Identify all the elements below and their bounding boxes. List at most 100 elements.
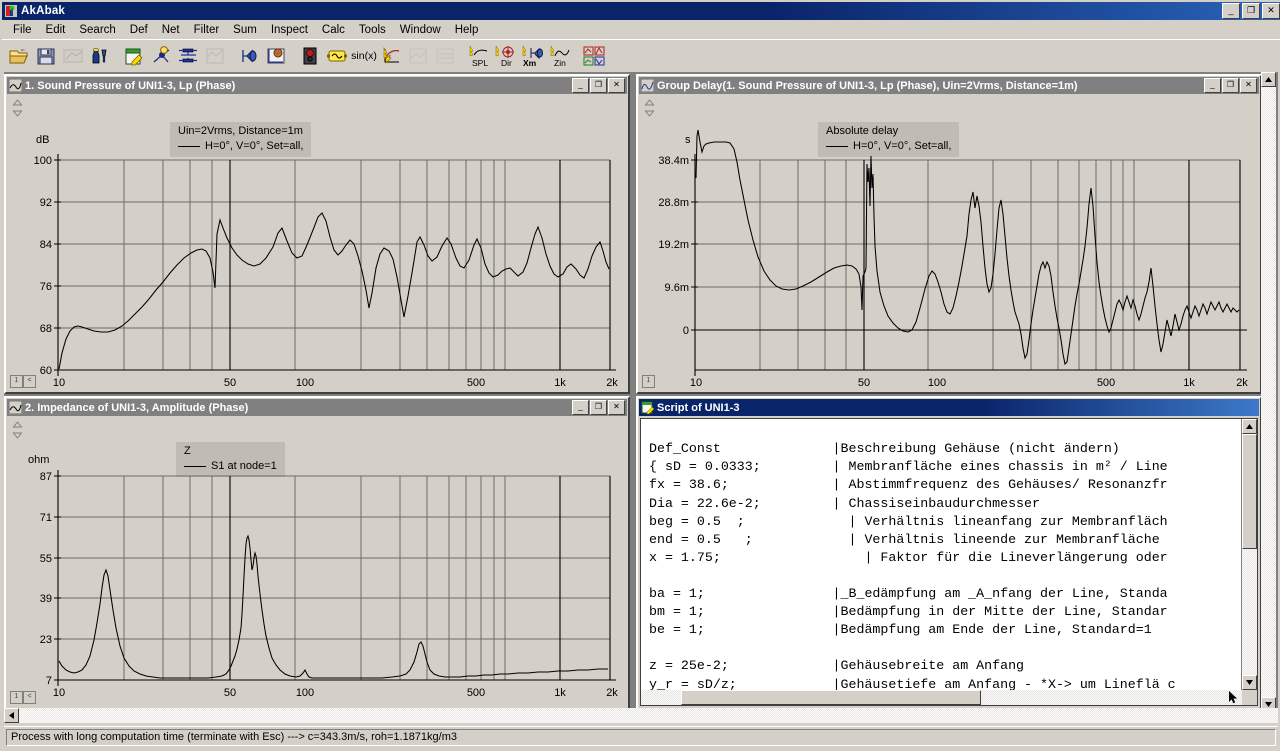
menu-help[interactable]: Help [448,22,486,38]
chart-options-icon-1[interactable]: 1 [10,691,23,704]
source-icon[interactable] [297,43,323,68]
window-sound-pressure[interactable]: 1. Sound Pressure of UNI1-3, Lp (Phase) … [4,74,630,394]
status-message: Process with long computation time (term… [6,729,1276,746]
graph-grid-icon [202,43,228,68]
window-body-group-delay: s Absolute delay H=0°, V=0°, Set=all, [640,96,1258,390]
svg-text:87: 87 [40,471,52,483]
svg-text:500: 500 [1097,377,1115,389]
menu-edit[interactable]: Edit [39,22,73,38]
status-bar: Process with long computation time (term… [4,726,1278,747]
svg-text:55: 55 [40,553,52,565]
window-titlebar-script[interactable]: Script of UNI1-3 [639,399,1259,416]
window-maximize-button[interactable]: ❐ [1222,78,1239,93]
window-minimize-button[interactable]: _ [1204,78,1221,93]
close-button[interactable]: ✕ [1262,3,1280,19]
window-minimize-button[interactable]: _ [572,78,589,93]
dir-icon[interactable]: Dir [493,43,519,68]
window-titlebar-impedance[interactable]: 2. Impedance of UNI1-3, Amplitude (Phase… [7,399,627,416]
multiplot-icon[interactable] [581,43,607,68]
svg-text:2k: 2k [1236,377,1248,389]
sinx-icon[interactable]: sin(x) [351,43,377,68]
svg-text:2k: 2k [606,687,618,699]
svg-text:Zin: Zin [554,58,566,67]
radiator-icon[interactable] [236,43,262,68]
chart-series-spl [59,213,609,369]
scroll-thumb-vertical[interactable] [1242,434,1257,549]
scroll-thumb-horizontal[interactable] [681,690,981,705]
minimize-button[interactable]: _ [1222,3,1240,19]
svg-text:0: 0 [683,325,689,337]
window-title-group-delay: Group Delay(1. Sound Pressure of UNI1-3,… [657,80,1078,92]
menu-inspect[interactable]: Inspect [264,22,315,38]
window-impedance[interactable]: 2. Impedance of UNI1-3, Amplitude (Phase… [4,396,630,710]
save-icon[interactable] [33,43,59,68]
open-icon[interactable] [6,43,32,68]
menu-def[interactable]: Def [123,22,155,38]
svg-text:100: 100 [296,377,314,389]
driver-icon[interactable] [87,43,113,68]
chart-sound-pressure[interactable]: dB Uin=2Vrms, Distance=1m H=0°, V=0°, Se… [8,96,626,390]
menu-search[interactable]: Search [72,22,122,38]
restore-button[interactable]: ❐ [1242,3,1260,19]
window-close-button[interactable]: ✕ [608,78,625,93]
window-titlebar-group-delay[interactable]: Group Delay(1. Sound Pressure of UNI1-3,… [639,77,1259,94]
sinx-label: sin(x) [351,50,377,62]
mdi-vertical-scrollbar[interactable] [1261,72,1276,712]
window-minimize-button[interactable]: _ [572,400,589,415]
window-group-delay[interactable]: Group Delay(1. Sound Pressure of UNI1-3,… [636,74,1262,394]
script-editor[interactable]: Def_Const |Beschreibung Gehäuse (nicht ä… [640,418,1258,706]
xm-icon[interactable]: Xm [520,43,546,68]
window-maximize-button[interactable]: ❐ [590,78,607,93]
mdi-horizontal-scrollbar[interactable] [4,708,1278,723]
scroll-up-icon[interactable] [1242,419,1257,434]
menu-net[interactable]: Net [155,22,187,38]
curve-edit-icon[interactable] [378,43,404,68]
script-horizontal-scrollbar[interactable] [641,690,1242,705]
chart-icon [641,79,654,92]
chart-icon [9,79,22,92]
svg-text:28.8m: 28.8m [658,197,689,209]
enclosure-icon[interactable] [263,43,289,68]
chart-impedance[interactable]: ohm Z S1 at node=1 [8,418,626,706]
filter-icon[interactable] [324,43,350,68]
spl-icon[interactable]: SPL [466,43,492,68]
scroll-left-icon[interactable] [4,708,19,723]
circuit-icon[interactable] [175,43,201,68]
window-titlebar-sound-pressure[interactable]: 1. Sound Pressure of UNI1-3, Lp (Phase) … [7,77,627,94]
clipboard-icon[interactable] [121,43,147,68]
window-maximize-button[interactable]: ❐ [590,400,607,415]
scroll-down-icon[interactable] [1242,675,1257,690]
window-script[interactable]: Script of UNI1-3 Def_Const |Beschreibung… [636,396,1262,710]
menu-window[interactable]: Window [393,22,448,38]
window-body-impedance: ohm Z S1 at node=1 [8,418,626,706]
svg-text:1k: 1k [554,377,566,389]
svg-text:39: 39 [40,593,52,605]
zin-icon[interactable]: Zin [547,43,573,68]
window-title-impedance: 2. Impedance of UNI1-3, Amplitude (Phase… [25,402,248,414]
script-icon [641,401,654,414]
chart-options-icon-2[interactable]: < [23,375,36,388]
menu-filter[interactable]: Filter [187,22,227,38]
window-close-button[interactable]: ✕ [1240,78,1257,93]
application-window: AkAbak _ ❐ ✕ File Edit Search Def Net Fi… [0,0,1280,751]
svg-text:7: 7 [46,675,52,687]
chart-options-icon-2[interactable]: < [23,691,36,704]
toolbar-separator [459,44,466,68]
svg-text:92: 92 [40,197,52,209]
menu-file[interactable]: File [6,22,39,38]
app-title: AkAbak [21,5,65,17]
curve2-icon [405,43,431,68]
scroll-up-icon[interactable] [1261,72,1276,87]
window-close-button[interactable]: ✕ [608,400,625,415]
menu-tools[interactable]: Tools [352,22,393,38]
chart-group-delay[interactable]: s Absolute delay H=0°, V=0°, Set=all, [640,96,1258,390]
menu-sum[interactable]: Sum [226,22,264,38]
menu-calc[interactable]: Calc [315,22,352,38]
chart-options-icon-1[interactable]: 1 [642,375,655,388]
script-content[interactable]: Def_Const |Beschreibung Gehäuse (nicht ä… [649,440,1241,706]
node-icon[interactable] [148,43,174,68]
script-vertical-scrollbar[interactable] [1241,419,1257,690]
svg-text:SPL: SPL [472,58,488,67]
svg-text:100: 100 [296,687,314,699]
chart-options-icon-1[interactable]: 1 [10,375,23,388]
